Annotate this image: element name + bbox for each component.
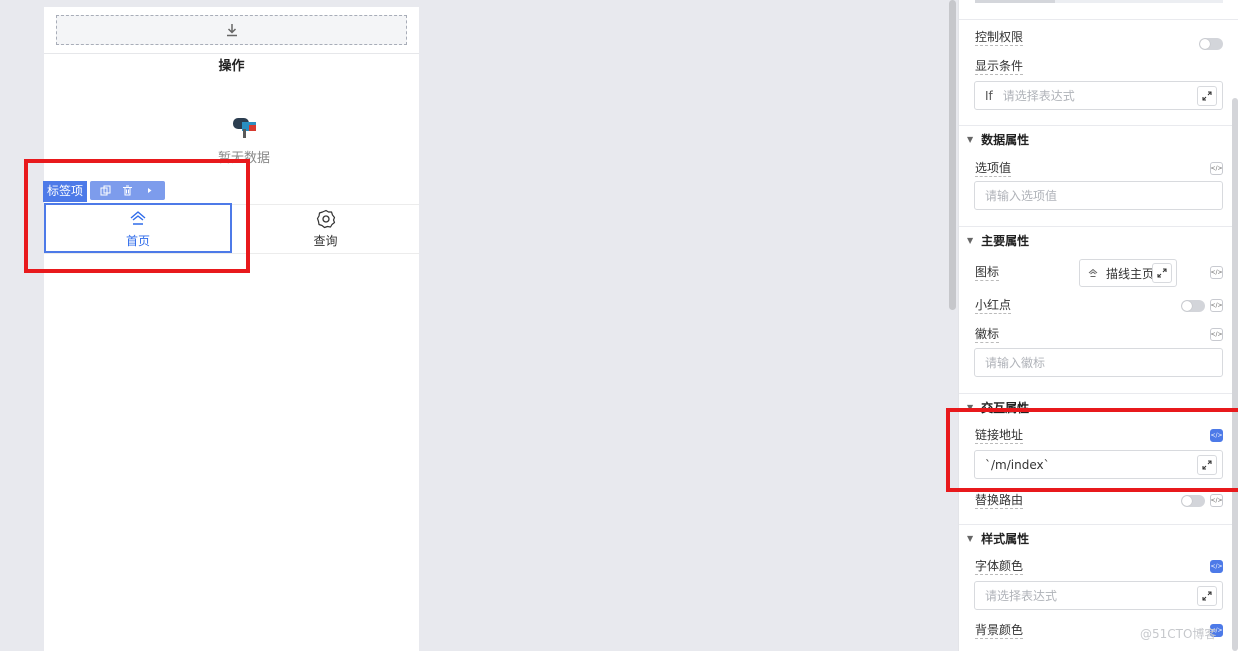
- badge-placeholder: 请输入徽标: [985, 356, 1046, 370]
- icon-value: 描线主页: [1106, 266, 1155, 281]
- condition-input[interactable]: If 请选择表达式: [974, 81, 1223, 110]
- collapse-triangle-icon: ▼: [967, 534, 974, 543]
- mailbox-empty-icon: [233, 118, 256, 138]
- collapse-triangle-icon: ▼: [967, 135, 974, 144]
- icon-picker[interactable]: 描线主页: [1079, 259, 1177, 287]
- control-permission-toggle[interactable]: [1199, 38, 1223, 50]
- divider: [959, 125, 1238, 126]
- icon-label: 图标: [975, 265, 1000, 281]
- divider: [44, 53, 419, 54]
- watermark: @51CTO博客: [1140, 627, 1217, 641]
- data-group-title: 数据属性: [981, 133, 1030, 147]
- data-group-header[interactable]: ▼ 数据属性: [967, 131, 1029, 148]
- style-group-title: 样式属性: [981, 532, 1030, 546]
- option-value-placeholder: 请输入选项值: [985, 189, 1058, 203]
- code-toggle-icon[interactable]: </>: [1210, 266, 1223, 279]
- code-toggle-icon[interactable]: </>: [1210, 328, 1223, 341]
- download-arrow-icon: [226, 24, 237, 37]
- tab-query-label: 查询: [313, 234, 338, 248]
- drop-zone[interactable]: [56, 15, 407, 45]
- option-value-input[interactable]: 请输入选项值: [974, 181, 1223, 210]
- panel-scrollbar[interactable]: [1232, 98, 1238, 651]
- section-title: 操作: [218, 59, 245, 74]
- highlight-box-tab: [24, 159, 250, 273]
- font-color-label: 字体颜色: [975, 559, 1024, 575]
- canvas-scrollbar-thumb[interactable]: [949, 0, 956, 310]
- code-toggle-icon[interactable]: </>: [1210, 162, 1223, 175]
- divider: [959, 19, 1238, 20]
- divider: [959, 393, 1238, 394]
- bg-color-label: 背景颜色: [975, 623, 1024, 639]
- code-toggle-active-icon[interactable]: </>: [1210, 560, 1223, 573]
- property-panel: 控制权限 显示条件 If 请选择表达式 ▼ 数据属性 选项值 </> 请输入选项…: [958, 0, 1238, 651]
- highlight-box-link: [946, 408, 1238, 492]
- tab-query[interactable]: 查询: [232, 205, 419, 253]
- divider: [959, 226, 1238, 227]
- home-outline-icon: [1088, 268, 1098, 277]
- expand-icon[interactable]: [1197, 86, 1217, 106]
- condition-placeholder: 请选择表达式: [1002, 89, 1075, 103]
- if-prefix: If: [985, 88, 993, 103]
- control-permission-label: 控制权限: [975, 30, 1024, 46]
- expand-icon[interactable]: [1197, 586, 1217, 606]
- code-toggle-icon[interactable]: </>: [1210, 299, 1223, 312]
- replace-route-label: 替换路由: [975, 493, 1024, 509]
- collapse-triangle-icon: ▼: [967, 236, 974, 245]
- gear-icon: [316, 209, 335, 229]
- font-color-input[interactable]: 请选择表达式: [974, 581, 1223, 610]
- option-value-label: 选项值: [975, 161, 1012, 177]
- display-condition-label: 显示条件: [975, 59, 1024, 75]
- divider: [959, 524, 1238, 525]
- red-dot-toggle[interactable]: [1181, 300, 1205, 312]
- canvas-scrollbar[interactable]: [948, 0, 957, 312]
- main-group-header[interactable]: ▼ 主要属性: [967, 232, 1029, 249]
- red-dot-label: 小红点: [975, 298, 1012, 314]
- code-toggle-icon[interactable]: </>: [1210, 494, 1223, 507]
- main-group-title: 主要属性: [981, 234, 1030, 248]
- panel-top-tabs[interactable]: [975, 0, 1223, 3]
- replace-route-toggle[interactable]: [1181, 495, 1205, 507]
- mobile-canvas: 操作 暂无数据 首页 查询: [44, 7, 419, 651]
- style-group-header[interactable]: ▼ 样式属性: [967, 530, 1029, 547]
- font-color-placeholder: 请选择表达式: [985, 589, 1058, 603]
- expand-icon[interactable]: [1152, 263, 1172, 283]
- badge-label: 徽标: [975, 327, 1000, 343]
- badge-input[interactable]: 请输入徽标: [974, 348, 1223, 377]
